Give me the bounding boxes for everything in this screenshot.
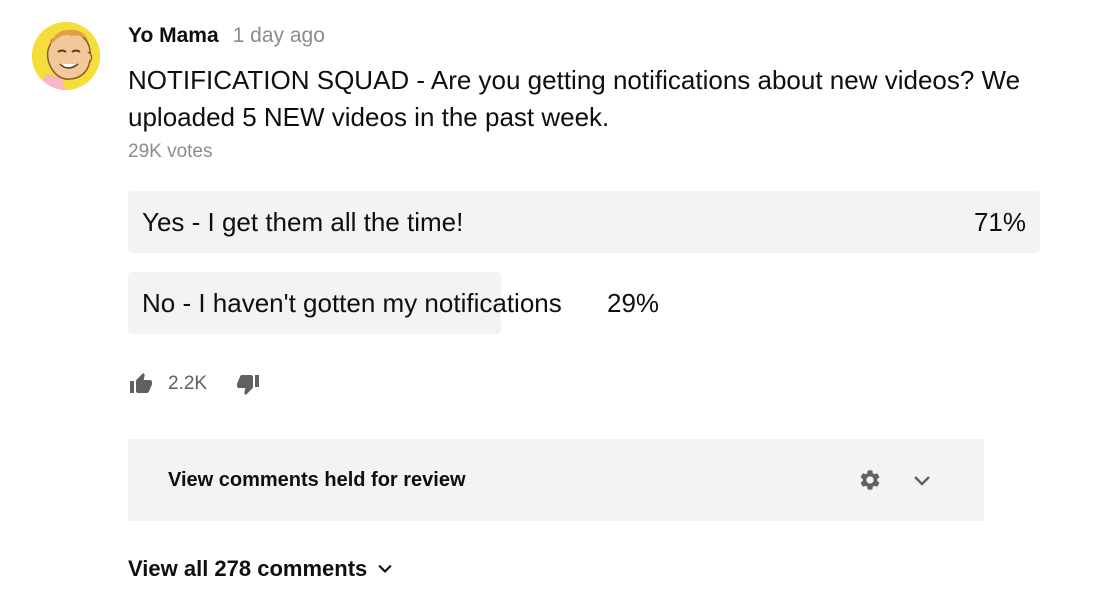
expand-button[interactable] [910,469,934,493]
thumbs-up-icon [130,373,152,393]
post-header: Yo Mama 1 day ago [128,24,325,48]
cartoon-face-avatar-icon [32,22,100,90]
thumbs-down-icon [237,375,260,395]
like-button[interactable] [128,372,154,396]
view-all-comments-link[interactable]: View all 278 comments [128,556,395,582]
like-count: 2.2K [168,373,208,394]
poll-option-no[interactable]: No - I haven't gotten my notifications 2… [128,272,1040,334]
vote-count: 29K votes [128,141,213,162]
post-text: NOTIFICATION SQUAD - Are you getting not… [128,65,1021,132]
poll-option-percent: 29% [607,288,660,318]
avatar[interactable] [32,22,100,90]
held-for-review-bar[interactable]: View comments held for review [128,439,984,521]
held-for-review-label[interactable]: View comments held for review [168,439,466,521]
settings-button[interactable] [858,468,882,492]
poll-option-percent: 71% [973,207,1026,237]
poll-option-label: No - I haven't gotten my notifications [142,288,562,318]
view-all-comments-label: View all 278 comments [128,556,368,581]
chevron-down-icon [378,564,392,574]
post-timestamp[interactable]: 1 day ago [233,24,325,48]
dislike-button[interactable] [235,372,261,396]
poll-option-yes[interactable]: Yes - I get them all the time! 71% [128,191,1040,253]
action-bar: 2.2K [128,372,261,396]
chevron-down-icon [914,476,930,486]
author-name[interactable]: Yo Mama [128,24,219,48]
poll-option-label: Yes - I get them all the time! [142,207,464,237]
gear-icon [860,470,880,490]
